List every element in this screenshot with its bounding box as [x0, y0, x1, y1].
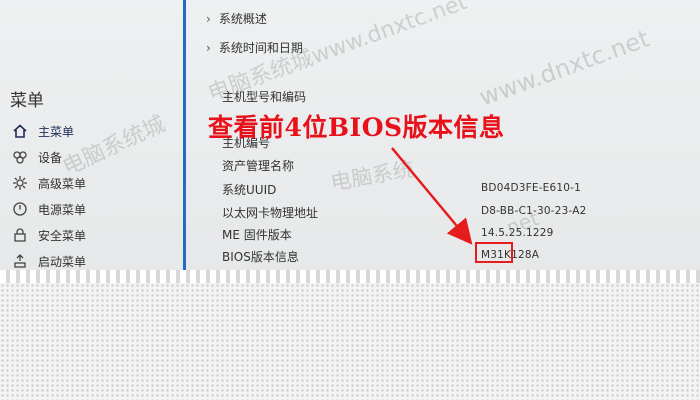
bios-screen: 菜单 主菜单 设备 高级菜单 电源菜单 安全菜单 启动菜单 › 系统概述 › 系…	[0, 0, 700, 272]
cut-edge	[0, 270, 700, 284]
annotation-arrow	[391, 147, 473, 245]
bios-version-highlight-box	[475, 242, 513, 263]
dotted-background	[0, 283, 700, 400]
